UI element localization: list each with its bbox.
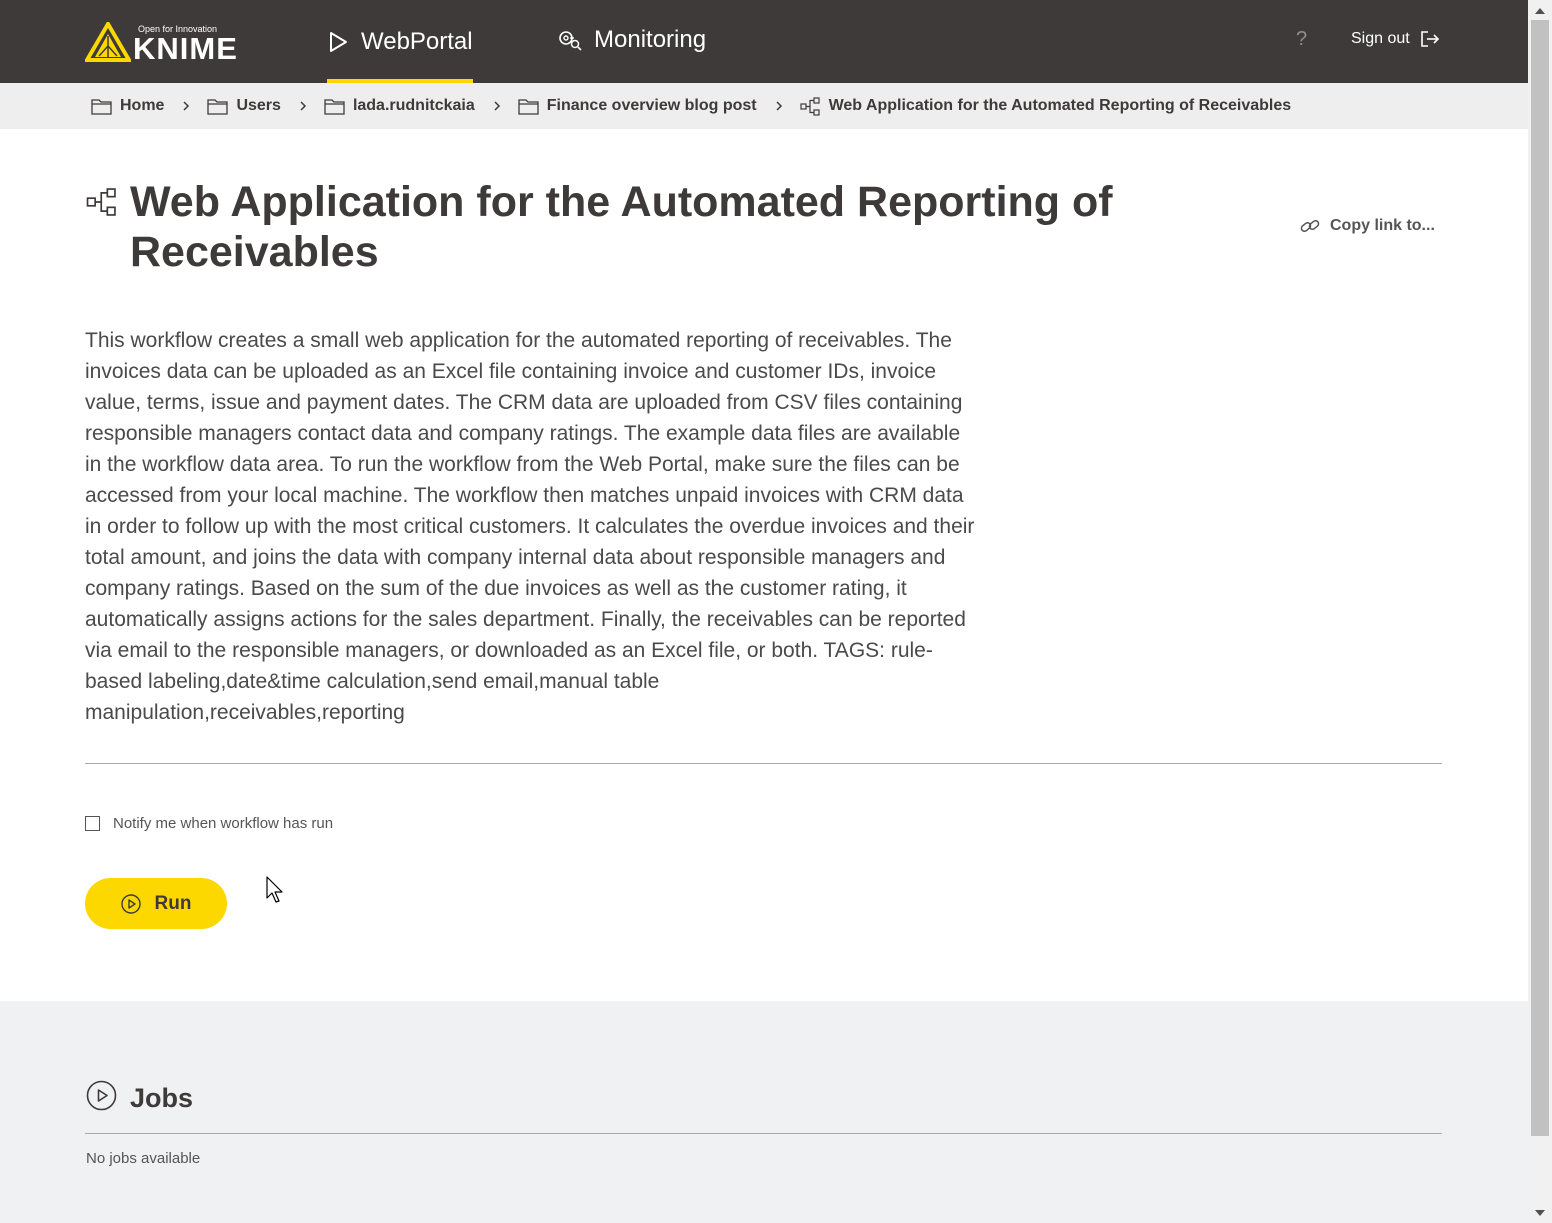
nav-tab-monitoring[interactable]: Monitoring xyxy=(558,0,706,81)
breadcrumb-item-home[interactable]: Home xyxy=(91,97,164,115)
top-navigation-bar: Open for Innovation KNIME WebPortal Moni… xyxy=(0,0,1528,83)
folder-icon xyxy=(207,98,229,115)
breadcrumb-label: Home xyxy=(120,97,165,114)
page-title: Web Application for the Automated Report… xyxy=(130,178,1113,276)
run-button[interactable]: Run xyxy=(85,878,227,929)
chevron-right-icon xyxy=(299,100,307,112)
chevron-right-icon xyxy=(493,100,501,112)
sign-out-label: Sign out xyxy=(1351,30,1410,47)
no-jobs-message: No jobs available xyxy=(86,1150,201,1167)
chevron-right-icon xyxy=(182,100,190,112)
chevron-right-icon xyxy=(775,100,783,112)
breadcrumb-item-users[interactable]: Users xyxy=(207,97,281,115)
nav-tab-label: Monitoring xyxy=(594,25,707,53)
play-circle-icon xyxy=(86,1080,117,1116)
jobs-divider xyxy=(85,1133,1442,1134)
help-button[interactable]: ? xyxy=(1296,28,1307,51)
copy-link-label: Copy link to... xyxy=(1330,217,1435,234)
play-icon xyxy=(327,31,349,53)
folder-icon xyxy=(324,98,345,115)
scroll-up-icon[interactable] xyxy=(1528,2,1552,19)
scrollbar-thumb[interactable] xyxy=(1531,20,1549,1136)
breadcrumb-item-workflow[interactable]: Web Application for the Automated Report… xyxy=(799,96,1292,116)
notify-label: Notify me when workflow has run xyxy=(113,815,334,832)
workflow-icon xyxy=(799,96,821,116)
play-circle-icon xyxy=(120,893,141,914)
knime-logo-icon xyxy=(85,22,131,62)
run-button-label: Run xyxy=(154,892,192,914)
nav-tab-webportal[interactable]: WebPortal xyxy=(327,0,473,83)
breadcrumb-item-user-folder[interactable]: lada.rudnitckaia xyxy=(324,97,475,115)
workflow-main-panel: Web Application for the Automated Report… xyxy=(0,129,1528,1001)
breadcrumb-label: Users xyxy=(236,97,281,114)
scroll-down-icon[interactable] xyxy=(1528,1204,1552,1221)
mouse-cursor-icon xyxy=(266,876,286,909)
notify-option[interactable]: Notify me when workflow has run xyxy=(85,815,333,832)
knime-logo[interactable]: Open for Innovation KNIME xyxy=(85,20,245,64)
copy-link-button[interactable]: Copy link to... xyxy=(1300,217,1435,235)
nav-tab-label: WebPortal xyxy=(361,27,473,55)
vertical-scrollbar[interactable] xyxy=(1528,0,1552,1223)
workflow-icon xyxy=(86,187,118,222)
folder-icon xyxy=(91,98,112,115)
breadcrumb-label: Web Application for the Automated Report… xyxy=(828,97,1292,114)
section-divider xyxy=(85,763,1442,764)
jobs-title: Jobs xyxy=(130,1082,194,1113)
notify-checkbox[interactable] xyxy=(85,816,100,831)
monitoring-icon xyxy=(558,28,582,52)
folder-icon xyxy=(518,98,539,115)
jobs-header: Jobs xyxy=(86,1080,193,1116)
workflow-description: This workflow creates a small web applic… xyxy=(85,329,975,724)
breadcrumb-label: Finance overview blog post xyxy=(546,97,757,114)
breadcrumb: Home Users lada.rudnitckaia Finance over… xyxy=(0,83,1528,129)
sign-out-icon xyxy=(1420,30,1440,48)
breadcrumb-label: lada.rudnitckaia xyxy=(352,97,475,114)
logo-wordmark: KNIME xyxy=(133,31,238,66)
breadcrumb-item-finance-folder[interactable]: Finance overview blog post xyxy=(518,97,757,115)
link-icon xyxy=(1300,217,1320,235)
sign-out-button[interactable]: Sign out xyxy=(1351,30,1440,48)
